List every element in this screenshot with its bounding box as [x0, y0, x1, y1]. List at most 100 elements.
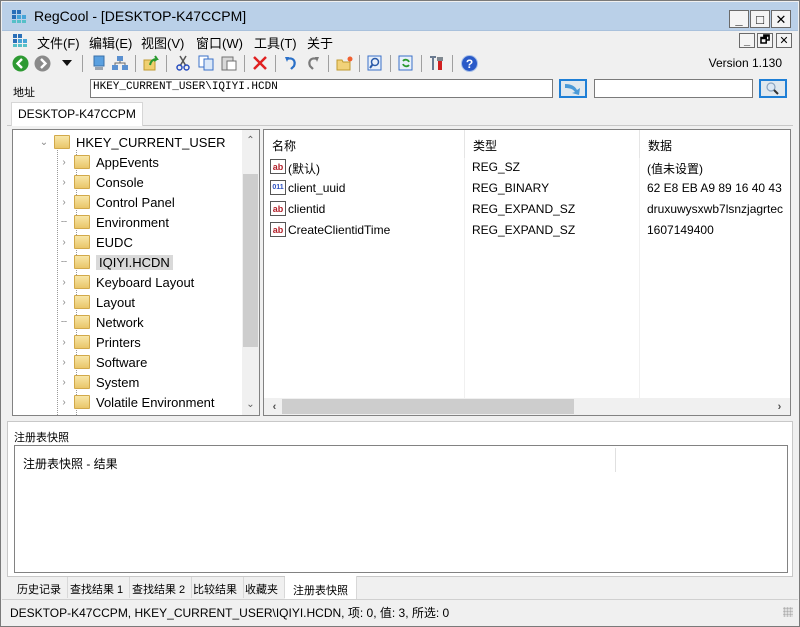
mdi-close-button[interactable]: ✕ — [776, 33, 792, 48]
chevron-right-icon[interactable]: › — [58, 157, 70, 168]
scroll-down-icon[interactable]: ⌄ — [242, 396, 259, 413]
redo-icon — [308, 57, 319, 70]
find-button[interactable] — [366, 54, 384, 72]
chevron-down-icon[interactable]: ⌄ — [38, 137, 50, 148]
toolbar-separator — [82, 55, 83, 72]
tree-node[interactable]: › Control Panel — [58, 192, 174, 212]
menu-about[interactable]: 关于 — [307, 33, 333, 52]
value-row[interactable]: 011 client_uuid REG_BINARY 62 E8 EB A9 8… — [264, 178, 790, 199]
value-row[interactable]: ab clientid REG_EXPAND_SZ druxuwysxwb7ls… — [264, 199, 790, 220]
tree-node[interactable]: › Layout — [58, 292, 135, 312]
search-button[interactable] — [759, 79, 787, 98]
tree-node[interactable]: › EUDC — [58, 232, 133, 252]
scrollbar-thumb[interactable] — [282, 399, 574, 414]
column-header-name[interactable]: 名称 — [264, 130, 465, 158]
tab-favorites[interactable]: 收藏夹 — [239, 577, 285, 598]
scroll-right-icon[interactable]: › — [771, 398, 788, 415]
column-header-data[interactable]: 数据 — [640, 130, 790, 158]
tab-registry-snapshot[interactable]: 注册表快照 — [285, 576, 357, 599]
search-icon — [766, 82, 779, 95]
tree-node-selected[interactable]: ┄ IQIYI.HCDN — [58, 252, 173, 272]
tree-node-hkey-current-user[interactable]: ⌄ HKEY_CURRENT_USER — [38, 132, 226, 152]
mdi-restore-button[interactable]: 🗗 — [757, 33, 773, 48]
tree-node[interactable]: › Keyboard Layout — [58, 272, 194, 292]
go-button[interactable] — [559, 79, 587, 98]
registry-tree[interactable]: ⌄ HKEY_CURRENT_USER › AppEvents › Console … — [12, 129, 260, 416]
tree-connector: ┄ — [60, 316, 68, 328]
delete-button[interactable] — [251, 54, 269, 72]
chevron-right-icon[interactable]: › — [58, 177, 70, 188]
local-computer-icon — [93, 55, 105, 70]
tree-node[interactable]: › Volatile Environment — [58, 392, 214, 412]
values-horizontal-scrollbar[interactable]: ‹ › — [264, 398, 790, 415]
copy-button[interactable] — [197, 54, 215, 72]
menu-file[interactable]: 文件(F) — [37, 33, 80, 52]
results-column-header[interactable]: 注册表快照 - 结果 — [23, 455, 118, 472]
tree-node[interactable]: › System — [58, 372, 139, 392]
column-header-type[interactable]: 类型 — [465, 130, 640, 158]
export-button[interactable] — [142, 54, 160, 72]
tab-compare-results[interactable]: 比较结果 — [187, 577, 244, 598]
tools-button[interactable] — [428, 54, 446, 72]
resize-grip-icon[interactable] — [783, 607, 793, 617]
mdi-minimize-button[interactable]: _ — [739, 33, 755, 48]
snapshot-results-list[interactable]: 注册表快照 - 结果 — [14, 445, 788, 573]
bottom-tabbar: 历史记录 查找结果 1 查找结果 2 比较结果 收藏夹 注册表快照 — [7, 576, 793, 599]
cut-button[interactable] — [174, 54, 192, 72]
close-button[interactable]: ✕ — [771, 10, 791, 28]
toolbar-separator — [390, 55, 391, 72]
forward-button[interactable] — [33, 54, 51, 72]
chevron-right-icon[interactable]: › — [58, 237, 70, 248]
chevron-right-icon[interactable]: › — [58, 397, 70, 408]
delete-icon — [253, 56, 267, 70]
tree-node[interactable]: › AppEvents — [58, 152, 159, 172]
scroll-left-icon[interactable]: ‹ — [266, 398, 283, 415]
value-row[interactable]: ab (默认) REG_SZ (值未设置) — [264, 157, 790, 178]
tree-node[interactable]: ┄ Network — [58, 312, 144, 332]
refresh-icon — [398, 55, 413, 71]
chevron-right-icon[interactable]: › — [58, 197, 70, 208]
help-button[interactable]: ? — [460, 54, 478, 72]
maximize-button[interactable]: □ — [750, 10, 770, 28]
minimize-button[interactable]: _ — [729, 10, 749, 28]
folder-icon — [74, 375, 90, 389]
title-bar[interactable]: RegCool - [DESKTOP-K47CCPM] _ □ ✕ — [2, 2, 798, 31]
paste-button[interactable] — [220, 54, 238, 72]
scrollbar-thumb[interactable] — [243, 174, 258, 347]
tab-find-results-1[interactable]: 查找结果 1 — [64, 577, 131, 598]
tree-vertical-scrollbar[interactable]: ⌃ ⌄ — [242, 130, 259, 415]
tab-find-results-2[interactable]: 查找结果 2 — [126, 577, 193, 598]
chevron-right-icon[interactable]: › — [58, 277, 70, 288]
chevron-right-icon[interactable]: › — [58, 297, 70, 308]
local-computer-button[interactable] — [90, 54, 108, 72]
tab-desktop[interactable]: DESKTOP-K47CCPM — [11, 102, 143, 126]
redo-button[interactable] — [304, 54, 322, 72]
undo-button[interactable] — [282, 54, 300, 72]
menu-window[interactable]: 窗口(W) — [196, 33, 243, 52]
refresh-button[interactable] — [397, 54, 415, 72]
network-computer-button[interactable] — [111, 54, 129, 72]
value-row[interactable]: ab CreateClientidTime REG_EXPAND_SZ 1607… — [264, 220, 790, 241]
tree-node[interactable]: › Printers — [58, 332, 140, 352]
search-input[interactable] — [594, 79, 753, 98]
address-input[interactable]: HKEY_CURRENT_USER\IQIYI.HCDN — [90, 79, 553, 98]
chevron-right-icon[interactable]: › — [58, 337, 70, 348]
menu-edit[interactable]: 编辑(E) — [89, 33, 132, 52]
folder-icon — [74, 215, 90, 229]
tree-node[interactable]: › Console — [58, 172, 143, 192]
tree-node[interactable]: ┄ Environment — [58, 212, 169, 232]
status-text: DESKTOP-K47CCPM, HKEY_CURRENT_USER\IQIYI… — [10, 606, 450, 620]
history-dropdown-button[interactable] — [58, 54, 76, 72]
values-list[interactable]: 名称 类型 数据 ab (默认) REG_SZ (值未设置) 011 clien… — [263, 129, 791, 416]
tab-history[interactable]: 历史记录 — [11, 577, 68, 598]
chevron-right-icon[interactable]: › — [58, 357, 70, 368]
menu-view[interactable]: 视图(V) — [141, 33, 184, 52]
new-key-button[interactable] — [335, 54, 353, 72]
folder-icon — [74, 155, 90, 169]
chevron-right-icon[interactable]: › — [58, 377, 70, 388]
menu-tools[interactable]: 工具(T) — [254, 33, 297, 52]
scroll-up-icon[interactable]: ⌃ — [242, 132, 259, 149]
tree-node[interactable]: › Software — [58, 352, 147, 372]
mdi-child-icon[interactable] — [13, 34, 28, 47]
back-button[interactable] — [11, 54, 29, 72]
